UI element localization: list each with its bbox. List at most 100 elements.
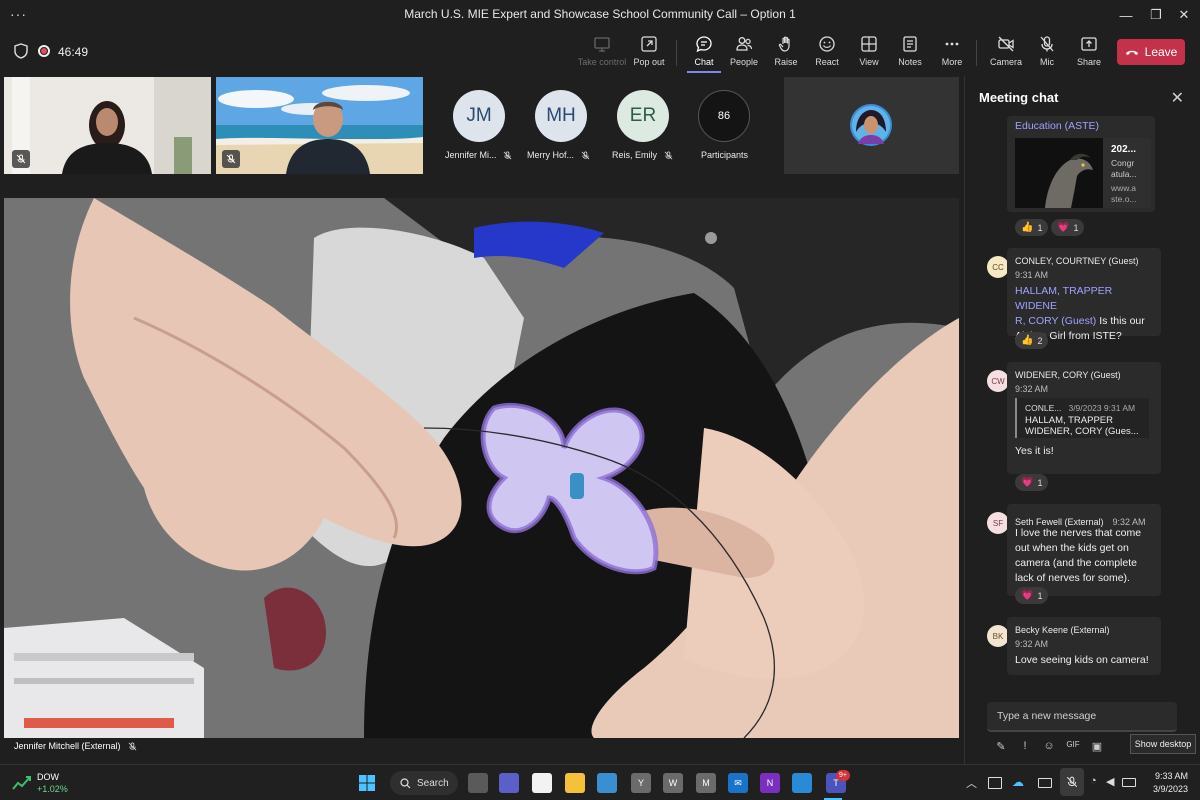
app-w-icon[interactable]: W xyxy=(663,773,683,793)
mic-off-icon xyxy=(503,151,512,160)
more-icon xyxy=(945,42,959,46)
quoted-reply[interactable]: CONLE... 3/9/2023 9:31 AM HALLAM, TRAPPE… xyxy=(1015,398,1149,438)
window-title: March U.S. MIE Expert and Showcase Schoo… xyxy=(404,7,796,21)
muted-indicator xyxy=(12,150,30,168)
format-icon[interactable]: ✎ xyxy=(989,740,1013,758)
screen-icon[interactable] xyxy=(988,777,1002,789)
tray-chevron-icon[interactable]: ︿ xyxy=(966,775,977,791)
start-icon[interactable] xyxy=(357,773,377,793)
self-view-tile[interactable] xyxy=(784,77,959,174)
speaker-name-label: Jennifer Mitchell (External) xyxy=(4,738,959,754)
volume-icon[interactable]: ◀ xyxy=(1106,775,1114,788)
wifi-icon[interactable]: ◔ xyxy=(1090,775,1097,787)
main-video-stage[interactable] xyxy=(4,198,959,738)
onedrive-icon[interactable]: ☁ xyxy=(1012,775,1024,789)
mic-off-icon xyxy=(16,154,26,164)
minimize-button[interactable]: — xyxy=(1112,4,1140,26)
close-chat-button[interactable]: ✕ xyxy=(1171,88,1184,108)
reaction-heart[interactable]: 💗 1 xyxy=(1015,587,1049,604)
share-button[interactable]: Share xyxy=(1064,35,1114,71)
participant-avatar[interactable]: MH xyxy=(535,90,587,142)
app-y-icon[interactable]: Y xyxy=(631,773,651,793)
mic-off-icon xyxy=(664,151,672,160)
camera-off-icon xyxy=(998,36,1014,52)
participant-video xyxy=(4,77,211,174)
pop-out-button[interactable]: Pop out xyxy=(624,35,674,71)
mail-icon[interactable]: ✉ xyxy=(728,773,748,793)
more-button[interactable]: More xyxy=(927,35,977,71)
chat-message: Seth Fewell (External) 9:32 AM I love th… xyxy=(1007,504,1161,596)
keyboard-icon[interactable] xyxy=(1038,778,1052,788)
close-window-button[interactable]: ✕ xyxy=(1170,4,1198,26)
participant-avatar[interactable]: JM xyxy=(453,90,505,142)
avatar[interactable]: BK xyxy=(987,625,1009,647)
chat-message: WIDENER, CORY (Guest) 9:32 AM CONLE... 3… xyxy=(1007,362,1161,474)
clock-date[interactable]: 3/9/2023 xyxy=(1140,784,1188,794)
hang-up-icon xyxy=(1125,50,1138,55)
windows-taskbar: DOW +1.02% Search Y W M ✉ N T 9+ ︿ ☁ ◔ ◀ xyxy=(0,764,1200,800)
file-explorer-icon[interactable] xyxy=(565,773,585,793)
participant-name: Jennifer Mi... xyxy=(445,150,512,160)
sticker-icon[interactable]: ▣ xyxy=(1085,740,1109,758)
priority-icon[interactable]: ! xyxy=(1013,740,1037,758)
close-icon: ✕ xyxy=(1178,7,1190,22)
battery-icon[interactable] xyxy=(1122,778,1136,787)
taskbar-search[interactable]: Search xyxy=(390,771,458,795)
share-icon xyxy=(1081,37,1097,51)
toolbar-divider xyxy=(976,40,977,66)
store-icon[interactable] xyxy=(597,773,617,793)
meeting-toolbar: 46:49 Take control Pop out Chat People R… xyxy=(0,30,1200,74)
stock-chart-icon[interactable] xyxy=(12,774,32,792)
maximize-icon: ❐ xyxy=(1150,7,1162,22)
link-preview-card[interactable]: 202... Congr atula... www.a ste.o... xyxy=(1015,138,1151,208)
shield-icon xyxy=(14,43,28,59)
avatar[interactable]: SF xyxy=(987,512,1009,534)
participant-name: Merry Hof... xyxy=(527,150,590,160)
toolbar-divider xyxy=(676,40,677,66)
message-compose-input[interactable]: Type a new message xyxy=(987,702,1177,732)
mic-off-icon xyxy=(128,742,137,751)
maximize-button[interactable]: ❐ xyxy=(1142,4,1170,26)
link-preview-image xyxy=(1015,138,1103,208)
take-control-button[interactable]: Take control xyxy=(577,35,627,71)
participants-count[interactable]: 86 xyxy=(698,90,750,142)
participant-video-tile[interactable] xyxy=(4,77,211,174)
mic-off-icon xyxy=(1040,36,1054,52)
chat-active-indicator xyxy=(687,71,721,73)
chat-message: Becky Keene (External) 9:32 AM Love seei… xyxy=(1007,617,1161,675)
reaction-heart[interactable]: 💗 1 xyxy=(1051,219,1085,236)
teams-chat-icon[interactable] xyxy=(499,773,519,793)
participant-avatar[interactable]: ER xyxy=(617,90,669,142)
mic-tray-highlight[interactable] xyxy=(1060,768,1084,796)
avatar[interactable]: CC xyxy=(987,256,1009,278)
compose-toolbar: ✎ ! ☺ GIF ▣ xyxy=(989,740,1109,758)
link-text[interactable]: Education (ASTE) xyxy=(1015,120,1099,132)
task-view-icon[interactable] xyxy=(468,773,488,793)
leave-button[interactable]: Leave xyxy=(1117,39,1185,65)
teams-window: ··· March U.S. MIE Expert and Showcase S… xyxy=(0,0,1200,800)
reaction-heart[interactable]: 💗 1 xyxy=(1015,474,1049,491)
emoji-icon[interactable]: ☺ xyxy=(1037,740,1061,758)
muted-indicator xyxy=(222,150,240,168)
title-bar: ··· March U.S. MIE Expert and Showcase S… xyxy=(0,0,1200,30)
reaction-like[interactable]: 👍 1 xyxy=(1015,219,1049,236)
file-icon[interactable] xyxy=(532,773,552,793)
avatar[interactable]: CW xyxy=(987,370,1009,392)
recording-icon xyxy=(38,45,50,57)
show-desktop-tooltip: Show desktop xyxy=(1130,734,1196,754)
minimize-icon: — xyxy=(1119,7,1133,23)
teams-badge: 9+ xyxy=(836,770,850,781)
reaction-like[interactable]: 👍 2 xyxy=(1015,332,1049,349)
search-icon xyxy=(400,777,411,788)
onenote-icon[interactable]: N xyxy=(760,773,780,793)
self-avatar-photo xyxy=(850,104,892,146)
clock-time[interactable]: 9:33 AM xyxy=(1140,771,1188,781)
participant-name: Reis, Emily xyxy=(612,150,673,160)
people-icon xyxy=(736,37,753,51)
whiteboard-icon[interactable] xyxy=(792,773,812,793)
participant-video-tile[interactable] xyxy=(216,77,423,174)
gif-icon[interactable]: GIF xyxy=(1061,740,1085,758)
take-control-icon xyxy=(594,37,610,52)
pop-out-icon xyxy=(641,36,657,52)
app-m-icon[interactable]: M xyxy=(696,773,716,793)
